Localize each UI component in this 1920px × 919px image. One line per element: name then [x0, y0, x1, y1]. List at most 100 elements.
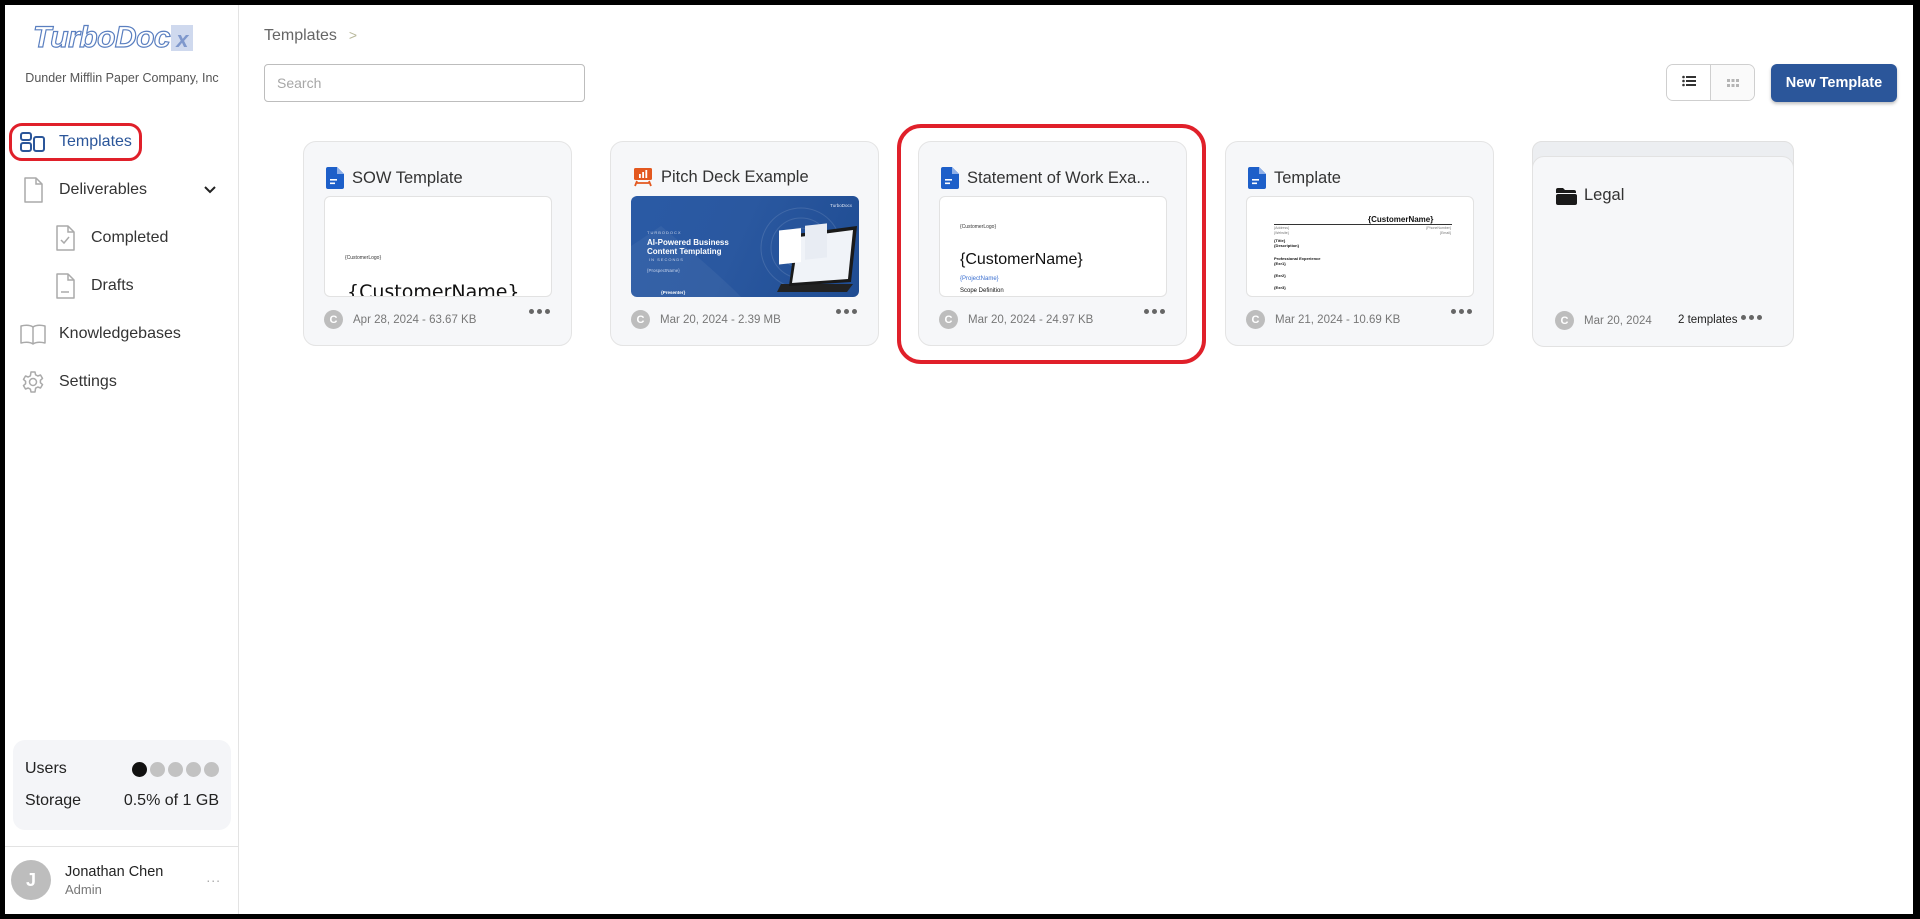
- user-dot-available: [150, 761, 165, 777]
- deck-headline-2: Content Templating: [647, 247, 722, 256]
- preview-heading: {CustomerName}: [1368, 215, 1434, 224]
- sidebar-item-knowledgebases[interactable]: Knowledgebases: [5, 310, 239, 358]
- breadcrumb-templates[interactable]: Templates: [264, 27, 337, 44]
- preview-address: {Address}: [1274, 226, 1290, 230]
- folder-meta: C Mar 20, 2024: [1555, 311, 1652, 330]
- preview-website: {Website}: [1274, 231, 1289, 235]
- template-meta: C Mar 20, 2024 - 24.97 KB: [939, 310, 1093, 329]
- more-options-icon[interactable]: [1738, 312, 1765, 323]
- preview-project: {ProjectName}: [960, 276, 999, 282]
- template-name: Template: [1274, 168, 1341, 187]
- sidebar: TurboDoc x Dunder Mifflin Paper Company, …: [5, 5, 239, 914]
- users-label: Users: [25, 760, 67, 777]
- template-name: SOW Template: [352, 168, 463, 187]
- template-name: Statement of Work Exa...: [967, 168, 1151, 187]
- deck-headline-1: AI-Powered Business: [647, 238, 729, 247]
- logo-text: TurboDoc: [32, 20, 171, 54]
- template-title: Template: [1248, 167, 1341, 189]
- preview-exp-1: {Exr1}: [1274, 261, 1286, 266]
- more-options-icon[interactable]: [1448, 306, 1475, 317]
- user-dot-available: [168, 761, 183, 777]
- deck-brand: TurboDocx: [830, 203, 852, 208]
- search-input[interactable]: [264, 64, 585, 102]
- folder-title: Legal: [1555, 186, 1624, 205]
- sidebar-item-label: Deliverables: [59, 181, 148, 198]
- template-title: Statement of Work Exa...: [941, 167, 1150, 189]
- sidebar-item-label: Drafts: [91, 277, 134, 294]
- sidebar-item-label: Knowledgebases: [59, 325, 181, 342]
- more-options-icon[interactable]: [833, 306, 860, 317]
- owner-avatar: C: [939, 310, 958, 329]
- preview-exp-2: {Exr2}: [1274, 273, 1286, 278]
- preview-description: {Description}: [1274, 243, 1300, 248]
- template-date-size: Mar 20, 2024 - 24.97 KB: [968, 313, 1094, 326]
- template-preview: TurboDocx TURBODOCX AI-Powered Business …: [631, 196, 859, 297]
- more-options-icon[interactable]: [526, 306, 553, 317]
- deck-presenter: {Presenter}: [661, 290, 686, 295]
- sidebar-item-deliverables[interactable]: Deliverables: [5, 166, 239, 214]
- users-usage-dots: [132, 761, 219, 777]
- user-name: Jonathan Chen: [65, 863, 164, 880]
- storage-label: Storage: [25, 792, 82, 809]
- deck-subtitle: IN SECONDS: [649, 257, 684, 262]
- document-file-icon: [1248, 167, 1266, 189]
- owner-avatar: C: [1246, 310, 1265, 329]
- usage-stats: Users Storage 0.5% of 1 GB: [13, 740, 231, 830]
- sidebar-item-settings[interactable]: Settings: [5, 358, 239, 406]
- folder-body: Legal C Mar 20, 2024 2 templates: [1532, 156, 1794, 347]
- template-date-size: Apr 28, 2024 - 63.67 KB: [353, 313, 477, 326]
- sidebar-item-label: Settings: [59, 373, 117, 390]
- template-meta: C Mar 20, 2024 - 2.39 MB: [631, 310, 781, 329]
- template-card[interactable]: Template {CustomerName} {Address} {Websi…: [1225, 141, 1494, 346]
- sidebar-item-templates[interactable]: Templates: [5, 118, 239, 166]
- template-date-size: Mar 21, 2024 - 10.69 KB: [1275, 313, 1401, 326]
- template-preview: {CustomerName} {Address} {Website} {Phon…: [1246, 196, 1474, 297]
- chevron-down-icon[interactable]: [203, 182, 217, 200]
- list-view-button[interactable]: [1667, 65, 1711, 100]
- user-profile[interactable]: J Jonathan Chen Admin ...: [11, 857, 235, 903]
- folder-date: Mar 20, 2024: [1584, 314, 1652, 327]
- gear-icon: [19, 368, 47, 396]
- user-role: Admin: [65, 881, 102, 897]
- templates-grid-icon: [19, 128, 47, 156]
- preview-email: {Email}: [1439, 231, 1451, 235]
- sidebar-item-drafts[interactable]: Drafts: [5, 262, 239, 310]
- view-toggle: [1666, 64, 1755, 101]
- preview-logo-placeholder: {CustomerLogo}: [960, 224, 997, 230]
- template-name: Pitch Deck Example: [661, 167, 809, 186]
- more-options-icon[interactable]: [1141, 306, 1168, 317]
- deck-kicker: TURBODOCX: [647, 230, 682, 235]
- breadcrumb-chevron-icon: >: [348, 27, 358, 43]
- document-file-icon: [941, 167, 959, 189]
- document-icon: [19, 176, 47, 204]
- owner-avatar: C: [631, 310, 650, 329]
- preview-logo-placeholder: {CustomerLogo}: [345, 255, 382, 261]
- template-card[interactable]: SOW Template {CustomerLogo} {CustomerNam…: [303, 141, 572, 346]
- app-window: TurboDoc x Dunder Mifflin Paper Company, …: [5, 5, 1913, 914]
- folder-icon: [1555, 187, 1577, 205]
- storage-row: Storage 0.5% of 1 GB: [25, 785, 219, 817]
- folder-card[interactable]: Legal C Mar 20, 2024 2 templates: [1532, 141, 1794, 347]
- organization-name: Dunder Mifflin Paper Company, Inc: [25, 71, 219, 85]
- breadcrumb: Templates >: [264, 27, 357, 45]
- template-title: SOW Template: [326, 167, 463, 189]
- template-card[interactable]: Pitch Deck Example TurboDocx TURBODOCX A…: [610, 141, 879, 346]
- template-card[interactable]: Statement of Work Exa... {CustomerLogo} …: [918, 141, 1187, 346]
- template-preview: {CustomerLogo} {CustomerName} {ProjectNa…: [939, 196, 1167, 297]
- turbodocx-logo[interactable]: TurboDoc x: [32, 20, 194, 55]
- new-template-button[interactable]: New Template: [1771, 64, 1897, 102]
- template-meta: C Apr 28, 2024 - 63.67 KB: [324, 310, 476, 329]
- grid-icon: [1726, 74, 1739, 92]
- preview-section: Scope Definition: [960, 288, 1004, 294]
- user-dot-available: [186, 761, 201, 777]
- logo-x-icon: x: [171, 25, 194, 52]
- user-more-icon[interactable]: ...: [206, 869, 221, 885]
- owner-avatar: C: [324, 310, 343, 329]
- template-date-size: Mar 20, 2024 - 2.39 MB: [660, 313, 781, 326]
- preview-heading: {CustomerName}: [960, 251, 1083, 268]
- grid-view-button[interactable]: [1711, 65, 1754, 100]
- preview-phone: {PhoneNumber}: [1426, 226, 1451, 230]
- divider: [5, 846, 239, 847]
- template-preview: {CustomerLogo} {CustomerName}: [324, 196, 552, 297]
- sidebar-item-completed[interactable]: Completed: [5, 214, 239, 262]
